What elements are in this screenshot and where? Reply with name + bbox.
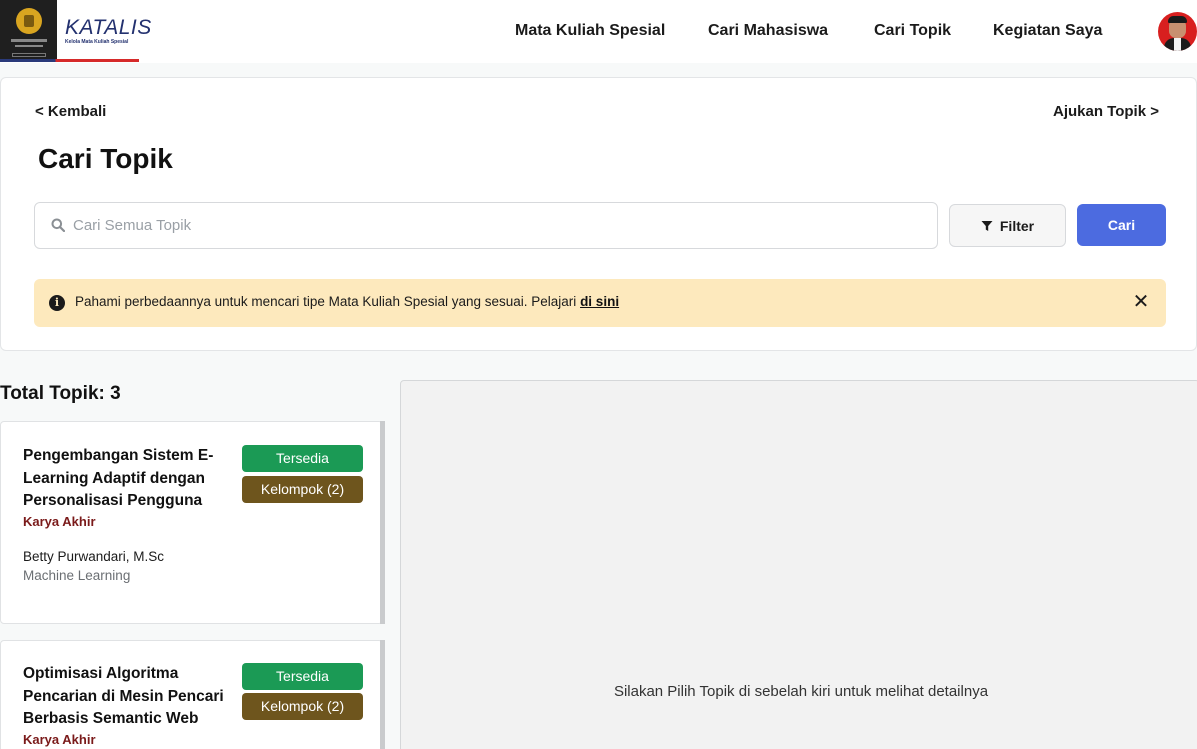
info-banner: i Pahami perbedaannya untuk mencari tipe…	[34, 279, 1166, 327]
topic-lecturer: Betty Purwandari, M.Sc	[23, 549, 165, 564]
nav-cari-mahasiswa[interactable]: Cari Mahasiswa	[708, 22, 828, 40]
filter-label: Filter	[999, 217, 1035, 234]
user-avatar-icon[interactable]	[1158, 12, 1197, 51]
avatar-hair	[1168, 16, 1187, 23]
topic-card[interactable]: Optimisasi Algoritma Pencarian di Mesin …	[0, 640, 383, 749]
nav-cari-topik[interactable]: Cari Topik	[874, 22, 951, 40]
topic-title: Optimisasi Algoritma Pencarian di Mesin …	[23, 665, 224, 727]
logo-caption-line-2	[14, 45, 43, 47]
info-text: Pahami perbedaannya untuk mencari tipe M…	[75, 294, 619, 309]
nav-kegiatan-saya[interactable]: Kegiatan Saya	[993, 22, 1102, 40]
brand-underline	[0, 59, 139, 62]
total-topics-label: Total Topik: 3	[0, 383, 121, 404]
logo-caption-line	[10, 39, 47, 42]
filter-funnel-icon	[981, 220, 993, 231]
filter-button[interactable]: Filter	[949, 204, 1066, 247]
info-message: Pahami perbedaannya untuk mencari tipe M…	[75, 294, 581, 309]
status-badge: Tersedia	[242, 445, 363, 472]
topic-title: Pengembangan Sistem E-Learning Adaptif d…	[23, 447, 214, 509]
search-icon	[51, 218, 65, 232]
nav-mata-kuliah-spesial[interactable]: Mata Kuliah Spesial	[515, 22, 665, 40]
brand-name: KATALIS	[65, 16, 152, 39]
detail-empty-message: Silakan Pilih Topik di sebelah kiri untu…	[613, 683, 989, 700]
topic-detail-panel: Silakan Pilih Topik di sebelah kiri untu…	[400, 380, 1197, 749]
brand-logo[interactable]: KATALIS Kelola Mata Kuliah Spesial	[65, 16, 152, 46]
back-link[interactable]: < Kembali	[35, 103, 106, 120]
emblem-mark	[15, 8, 42, 34]
card-scroll-edge	[380, 421, 385, 624]
card-scroll-edge	[380, 640, 385, 749]
search-box[interactable]	[34, 202, 938, 249]
search-input[interactable]	[73, 203, 923, 248]
brand-tagline: Kelola Mata Kuliah Spesial	[65, 39, 129, 45]
close-icon[interactable]: ✕	[1132, 292, 1150, 312]
university-logo-icon[interactable]	[0, 0, 57, 61]
topic-card[interactable]: Pengembangan Sistem E-Learning Adaptif d…	[0, 421, 383, 624]
top-navbar: KATALIS Kelola Mata Kuliah Spesial Mata …	[0, 0, 1197, 63]
avatar-shirt	[1174, 38, 1181, 51]
topic-field: Machine Learning	[23, 568, 131, 583]
topic-type: Karya Akhir	[23, 732, 96, 747]
group-badge: Kelompok (2)	[242, 693, 363, 720]
logo-caption-box	[11, 53, 46, 57]
info-circle-icon: i	[49, 295, 65, 311]
page-title: Cari Topik	[38, 143, 173, 174]
topic-type: Karya Akhir	[23, 514, 96, 529]
status-badge: Tersedia	[242, 663, 363, 690]
propose-topic-link[interactable]: Ajukan Topik >	[1053, 103, 1159, 120]
group-badge: Kelompok (2)	[242, 476, 363, 503]
search-button[interactable]: Cari	[1077, 204, 1166, 246]
info-learn-more-link[interactable]: di sini	[580, 294, 619, 309]
